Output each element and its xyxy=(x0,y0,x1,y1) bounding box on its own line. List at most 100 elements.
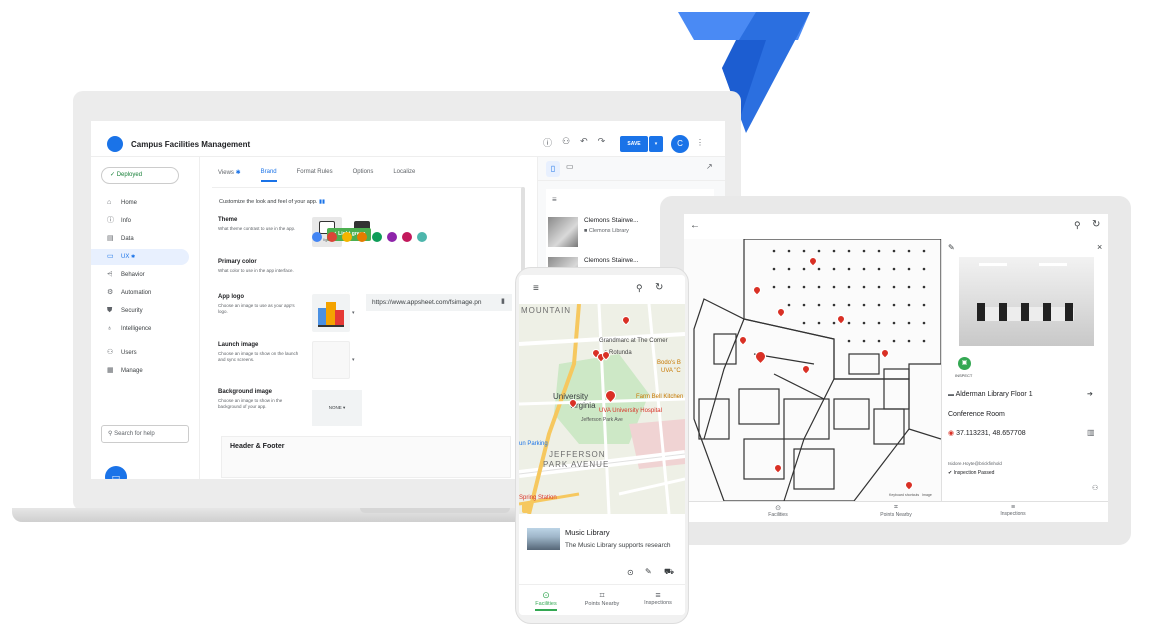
more-menu-icon[interactable]: ⋮ xyxy=(696,138,704,147)
open-external-icon[interactable]: ↗ xyxy=(706,162,713,171)
color-swatch[interactable] xyxy=(327,232,337,242)
inspector-email: Isidore.Hoyte@brickfinhold xyxy=(948,461,1002,466)
check-circle-icon: ✔ xyxy=(948,470,953,476)
edit-icon[interactable]: ✎ xyxy=(948,243,955,252)
tab-views[interactable]: Views ✱ xyxy=(218,169,241,182)
building-logo-icon xyxy=(318,302,344,327)
sidebar-item-manage[interactable]: ▦ Manage xyxy=(91,363,189,379)
sidebar-item-label: Home xyxy=(121,200,138,206)
laptop-notch xyxy=(360,508,510,513)
theme-label: Theme xyxy=(218,217,238,223)
add-user-icon[interactable]: ⚇ xyxy=(562,136,570,149)
search-icon[interactable]: ⚲ xyxy=(636,283,643,294)
save-button[interactable]: SAVE xyxy=(620,136,648,152)
save-dropdown-button[interactable]: ▾ xyxy=(649,136,663,152)
phone-preview-icon[interactable]: ▯ xyxy=(546,161,560,177)
nav-points-nearby[interactable]: ⌗ Points Nearby xyxy=(575,590,629,607)
intelligence-icon: ♁ xyxy=(107,325,113,332)
brand-intro-text: Customize the look and feel of your app.… xyxy=(219,199,326,205)
sidebar-item-data[interactable]: ▤ Data xyxy=(91,231,189,247)
refresh-icon[interactable]: ↻ xyxy=(1092,219,1100,230)
facility-card[interactable]: Music Library The Music Library supports… xyxy=(519,514,685,584)
avatar[interactable]: C xyxy=(671,135,689,153)
sidebar-item-security[interactable]: ⛊ Security xyxy=(91,303,189,319)
list-item[interactable]: Clemons Stairwe... ■ Clemons Library xyxy=(548,217,639,247)
app-logo-desc: Choose an image to use as your app's log… xyxy=(218,303,295,314)
sidebar-item-label: Automation xyxy=(121,290,152,296)
phone-app: ≡ ⚲ ↻ MOUNTAIN Grandmarc at The Corner e… xyxy=(519,275,685,615)
chevron-right-icon[interactable]: ➔ xyxy=(1087,390,1093,398)
app-logo-url-input[interactable]: https://www.appsheet.com/fsimage.pn xyxy=(366,294,512,311)
street-view-icon[interactable] xyxy=(522,503,530,513)
data-icon: ▤ xyxy=(107,235,114,242)
back-arrow-icon[interactable]: ← xyxy=(690,220,700,231)
sidebar-item-home[interactable]: ⌂ Home xyxy=(91,195,189,211)
sidebar-item-label: Info xyxy=(121,218,132,224)
refresh-icon[interactable]: ↻ xyxy=(655,282,663,293)
nav-facilities[interactable]: ⊙ Facilities xyxy=(748,504,808,518)
sidebar-item-automation[interactable]: ⚙ Automation xyxy=(91,285,189,301)
location-target-icon: ◉ xyxy=(948,430,955,437)
nav-inspections[interactable]: ≡ Inspections xyxy=(983,504,1043,517)
launch-image-dropdown-icon[interactable]: ▾ xyxy=(352,357,355,363)
sidebar-item-intelligence[interactable]: ♁ Intelligence xyxy=(91,321,189,337)
help-icon[interactable]: ⓘ xyxy=(543,136,552,149)
undo-icon[interactable]: ↶ xyxy=(580,136,588,149)
header-footer-title: Header & Footer xyxy=(230,443,285,450)
inspection-status: ✔ Inspection Passed xyxy=(948,470,995,476)
sidebar-item-users[interactable]: ⚇ Users xyxy=(91,345,189,361)
facility-title: ▬ Alderman Library Floor 1 xyxy=(948,391,1033,398)
info-icon: ⓘ xyxy=(107,217,114,224)
sort-icon[interactable]: ≡ xyxy=(552,195,557,204)
color-swatch[interactable] xyxy=(417,232,427,242)
color-swatch[interactable] xyxy=(357,232,367,242)
menu-icon[interactable]: ≡ xyxy=(533,283,539,294)
color-swatch[interactable] xyxy=(342,232,352,242)
color-swatch[interactable] xyxy=(372,232,382,242)
chat-button[interactable]: ▭ xyxy=(105,466,127,479)
deployed-label: Deployed xyxy=(116,172,143,178)
tab-format-rules[interactable]: Format Rules xyxy=(297,169,333,182)
tab-localize[interactable]: Localize xyxy=(393,169,415,182)
room-icon: ▬ xyxy=(948,392,954,398)
sidebar-item-behavior[interactable]: ⩤ Behavior xyxy=(91,267,189,283)
nav-inspections[interactable]: ≡ Inspections xyxy=(631,590,685,606)
color-swatch[interactable] xyxy=(402,232,412,242)
security-icon: ⛊ xyxy=(107,307,113,314)
inspect-button[interactable]: ▣ xyxy=(958,357,971,370)
assign-user-icon[interactable]: ⚇ xyxy=(1092,484,1098,492)
deployed-status-badge[interactable]: ✓ Deployed xyxy=(101,167,179,184)
background-image-select[interactable]: NONE ▾ xyxy=(312,390,362,426)
book-icon: ▮▮ xyxy=(318,199,326,205)
tab-options[interactable]: Options xyxy=(353,169,374,182)
launch-image-label: Launch image xyxy=(218,342,259,348)
app-logo-dropdown-icon[interactable]: ▾ xyxy=(352,310,355,316)
launch-image-box[interactable] xyxy=(312,341,350,379)
search-icon[interactable]: ⚲ xyxy=(1074,220,1081,231)
sidebar-item-info[interactable]: ⓘ Info xyxy=(91,213,189,229)
color-swatch[interactable] xyxy=(387,232,397,242)
location-pin-icon[interactable]: ⊙ xyxy=(627,568,634,577)
sidebar-item-label: Behavior xyxy=(121,272,145,278)
nav-facilities[interactable]: ⊙ Facilities xyxy=(519,590,573,611)
inspect-label: INSPECT xyxy=(955,373,973,378)
editor-topbar: Campus Facilities Management ⓘ ⚇ ↶ ↷ SAV… xyxy=(91,121,725,157)
sidebar-item-ux[interactable]: ▭ UX ✱ xyxy=(91,249,189,265)
map-icon[interactable]: ▥ xyxy=(1087,428,1095,437)
floorplan-map[interactable]: Keyboard shortcuts Image xyxy=(684,239,941,501)
edit-icon[interactable]: ✎ xyxy=(645,567,652,576)
nearby-icon: ⌗ xyxy=(599,590,605,600)
color-swatch[interactable] xyxy=(312,232,322,242)
search-help-input[interactable]: ⚲ Search for help xyxy=(101,425,189,443)
tablet-preview-icon[interactable]: ▭ xyxy=(566,162,574,171)
nav-points-nearby[interactable]: ⌗ Points Nearby xyxy=(866,504,926,518)
car-icon[interactable]: ⛟ xyxy=(664,567,674,577)
campus-map[interactable]: MOUNTAIN Grandmarc at The Corner e Rotun… xyxy=(519,304,685,514)
file-icon[interactable]: ▮ xyxy=(501,297,505,305)
sidebar-item-label: Users xyxy=(121,350,137,356)
redo-icon[interactable]: ↷ xyxy=(598,136,606,149)
close-icon[interactable]: × xyxy=(1097,242,1102,252)
app-logo-image[interactable] xyxy=(312,294,350,332)
tab-brand[interactable]: Brand xyxy=(260,169,277,182)
sidebar-item-label: Security xyxy=(121,308,143,314)
